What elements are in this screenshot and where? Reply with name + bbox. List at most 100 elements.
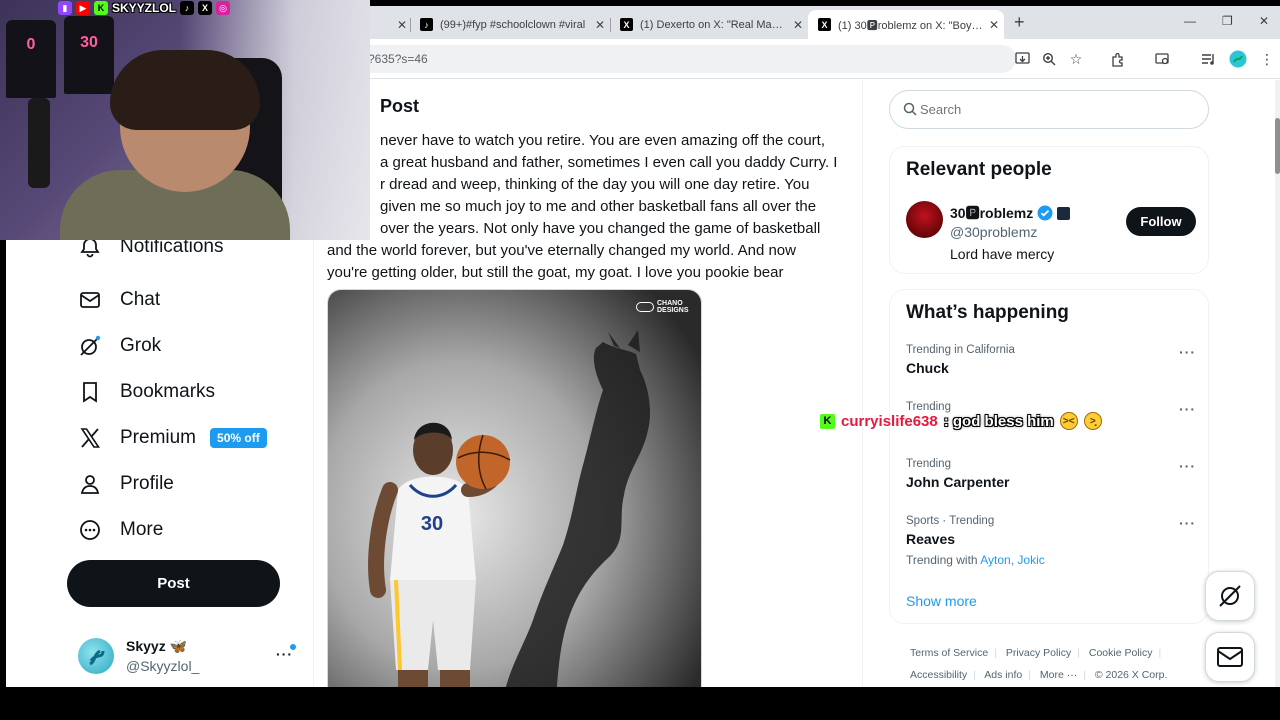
post-line: over the years. Not only have you change… bbox=[380, 220, 821, 237]
jersey-number: 0 bbox=[26, 36, 36, 53]
trend-topic: John Carpenter bbox=[906, 474, 1010, 490]
twitch-icon: ▮ bbox=[58, 1, 72, 15]
curry-photo: 30 bbox=[328, 290, 701, 687]
media-watermark: CHANO DESIGNS bbox=[636, 300, 691, 314]
copyright: © 2026 X Corp. bbox=[1094, 669, 1168, 681]
account-switcher[interactable]: Skyyz 🦋 @Skyyzlol_ ··· bbox=[78, 636, 298, 680]
tab-close-icon[interactable]: ✕ bbox=[392, 18, 412, 32]
tab-close-icon[interactable]: ✕ bbox=[590, 18, 610, 32]
nav-chat[interactable]: Chat bbox=[78, 285, 160, 315]
avatar bbox=[78, 638, 114, 674]
tab-title: (99+)#fyp #schoolclown #viral bbox=[440, 18, 586, 31]
footer-more-link[interactable]: More ··· bbox=[1040, 669, 1077, 681]
trend-more-icon[interactable]: ··· bbox=[1179, 401, 1196, 417]
search-icon bbox=[903, 102, 917, 121]
post-line: r dread and weep, thinking of the day yo… bbox=[380, 176, 810, 193]
trend-item[interactable]: Trending John Carpenter ··· bbox=[906, 458, 1196, 490]
tab-title: (1) 30🅿roblemz on X: "Boy oh bbox=[838, 19, 984, 32]
grok-fab-button[interactable] bbox=[1205, 571, 1255, 621]
trend-item[interactable]: Trending in California Chuck ··· bbox=[906, 344, 1196, 376]
webcam-overlay: 0 30 RACER ▮ ▶ K SKYYZLOL ♪ X ◎ bbox=[0, 0, 370, 240]
privacy-link[interactable]: Privacy Policy bbox=[1006, 647, 1071, 659]
person-name[interactable]: 30🅿roblemz bbox=[950, 203, 1071, 223]
person-icon bbox=[78, 472, 102, 496]
watermark-logo-icon bbox=[636, 302, 654, 312]
trend-more-icon[interactable]: ··· bbox=[1179, 458, 1196, 474]
x-favicon-icon: X bbox=[620, 18, 633, 31]
trend-with-links[interactable]: Ayton, Jokic bbox=[980, 553, 1044, 567]
trend-topic: Reaves bbox=[906, 531, 956, 547]
ads-info-link[interactable]: Ads info bbox=[984, 669, 1022, 681]
tab-1[interactable]: ✕ bbox=[368, 10, 412, 39]
scrollbar-thumb[interactable] bbox=[1275, 118, 1280, 174]
kick-icon: K bbox=[820, 413, 835, 429]
maximize-button[interactable]: ❐ bbox=[1222, 14, 1233, 28]
zoom-icon[interactable] bbox=[1039, 49, 1059, 69]
bookmark-star-icon[interactable]: ☆ bbox=[1066, 49, 1086, 69]
x-favicon-icon: X bbox=[818, 18, 831, 31]
x-logo-icon bbox=[78, 426, 102, 450]
terms-link[interactable]: Terms of Service bbox=[910, 647, 988, 659]
screenshot-icon[interactable] bbox=[1152, 49, 1172, 69]
trend-more-icon[interactable]: ··· bbox=[1179, 515, 1196, 531]
post-line: and the world forever, but you've eterna… bbox=[327, 242, 796, 259]
post-line: never have to watch you retire. You are … bbox=[380, 132, 825, 149]
tiktok-favicon-icon: ♪ bbox=[420, 18, 433, 31]
tab-3[interactable]: X (1) Dexerto on X: "Real Madrid ✕ bbox=[610, 10, 808, 39]
person-bio: Lord have mercy bbox=[950, 246, 1055, 262]
page-title: Post bbox=[380, 96, 420, 116]
nav-label: Chat bbox=[120, 289, 161, 310]
extensions-icon[interactable] bbox=[1108, 49, 1128, 69]
card-title: What’s happening bbox=[906, 302, 1069, 323]
cookie-link[interactable]: Cookie Policy bbox=[1089, 647, 1153, 659]
streamer-socials-bar: ▮ ▶ K SKYYZLOL ♪ X ◎ bbox=[58, 0, 231, 16]
search-box[interactable] bbox=[889, 90, 1209, 129]
account-more-icon[interactable]: ··· bbox=[276, 646, 293, 662]
trend-item[interactable]: Sports · Trending Reaves Trending with A… bbox=[906, 515, 1196, 567]
nav-grok[interactable]: Grok bbox=[78, 331, 161, 361]
mail-icon bbox=[1217, 647, 1243, 667]
footer-links: Terms of Service | Privacy Policy | Cookie… bbox=[910, 647, 1168, 681]
nav-more[interactable]: More bbox=[78, 515, 163, 545]
trend-topic: Chuck bbox=[906, 360, 949, 376]
post-image[interactable]: 30 CHANO DESIGNS bbox=[327, 289, 702, 687]
follow-button[interactable]: Follow bbox=[1126, 207, 1196, 236]
minimize-button[interactable]: — bbox=[1184, 14, 1196, 28]
jersey-number: 30 bbox=[80, 34, 98, 51]
install-app-icon[interactable] bbox=[1012, 49, 1032, 69]
card-title: Relevant people bbox=[906, 159, 1052, 180]
browser-menu-icon[interactable]: ⋮ bbox=[1257, 49, 1277, 69]
post-button[interactable]: Post bbox=[67, 560, 280, 607]
tab-close-icon[interactable]: ✕ bbox=[984, 18, 1004, 32]
more-circle-icon bbox=[78, 518, 102, 542]
post-text: never have to watch you retire. You are … bbox=[327, 130, 857, 284]
show-more-link[interactable]: Show more bbox=[906, 593, 977, 609]
messages-fab-button[interactable] bbox=[1205, 632, 1255, 682]
media-control-icon[interactable] bbox=[1198, 49, 1218, 69]
profile-avatar-icon[interactable] bbox=[1228, 49, 1248, 69]
scrollbar[interactable] bbox=[1275, 80, 1280, 687]
chat-message: : god bless him bbox=[943, 412, 1054, 430]
tab-close-icon[interactable]: ✕ bbox=[788, 18, 808, 32]
trend-more-icon[interactable]: ··· bbox=[1179, 344, 1196, 360]
nav-bookmarks[interactable]: Bookmarks bbox=[78, 377, 215, 407]
instagram-icon: ◎ bbox=[216, 1, 231, 15]
weary-emoji-icon: ˃̣̥ bbox=[1083, 412, 1102, 430]
accessibility-link[interactable]: Accessibility bbox=[910, 669, 967, 681]
nav-profile[interactable]: Profile bbox=[78, 469, 174, 499]
url-text[interactable]: ?635?s=46 bbox=[368, 52, 428, 66]
nav-label: Profile bbox=[120, 473, 174, 494]
close-window-button[interactable]: ✕ bbox=[1259, 14, 1269, 28]
trend-meta: Trending bbox=[906, 458, 951, 470]
trend-meta: Sports · Trending bbox=[906, 515, 995, 527]
new-tab-button[interactable]: + bbox=[1014, 12, 1025, 33]
avatar[interactable] bbox=[906, 201, 943, 238]
premium-discount-badge: 50% off bbox=[210, 428, 267, 448]
nav-premium[interactable]: Premium 50% off bbox=[78, 423, 267, 453]
verified-badge-icon bbox=[1037, 205, 1053, 221]
account-handle: @Skyyzlol_ bbox=[126, 658, 200, 674]
search-input[interactable] bbox=[920, 102, 1170, 117]
tab-2[interactable]: ♪ (99+)#fyp #schoolclown #viral ✕ bbox=[410, 10, 610, 39]
tab-active[interactable]: X (1) 30🅿roblemz on X: "Boy oh ✕ bbox=[808, 10, 1004, 39]
whats-happening-card: What’s happening Trending in California … bbox=[889, 289, 1209, 624]
